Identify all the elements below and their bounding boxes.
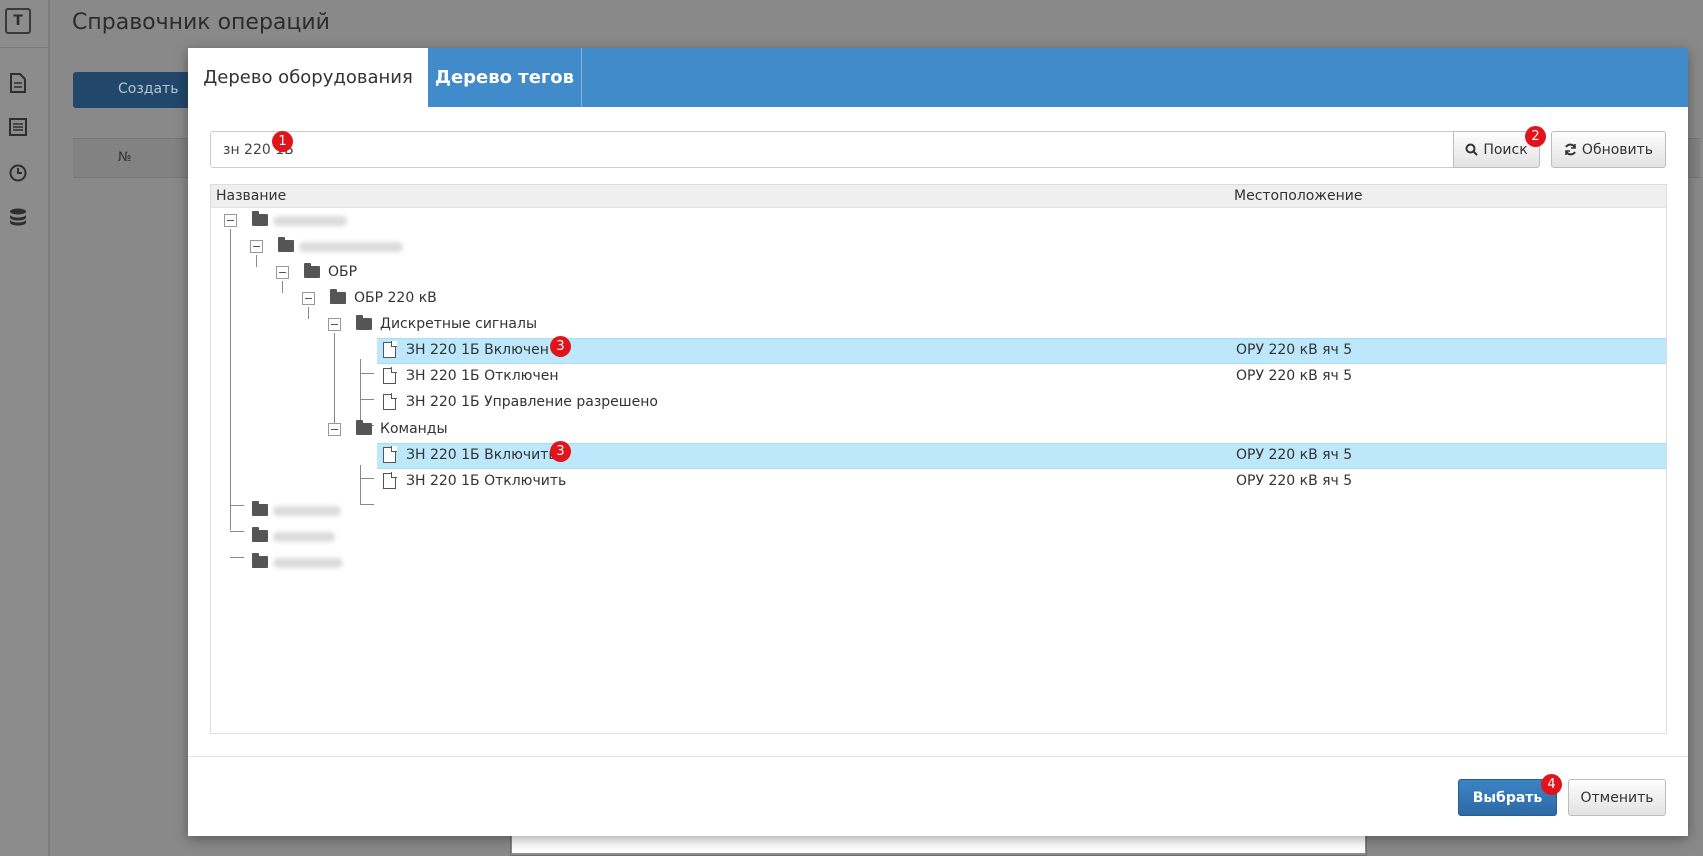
create-button[interactable]: Создать xyxy=(73,72,203,108)
folder-icon xyxy=(278,237,294,252)
tree-leaf[interactable]: ЗН 220 1Б Отключить ОРУ 220 кВ яч 5 xyxy=(211,469,1666,495)
location-cell: ОРУ 220 кВ яч 5 xyxy=(1236,473,1353,489)
annotation-badge: 2 xyxy=(1525,126,1546,147)
file-icon xyxy=(383,341,397,358)
tree-node-label: Дискретные сигналы xyxy=(380,316,538,332)
tree-node[interactable] xyxy=(211,208,1666,234)
annotation-badge: 4 xyxy=(1541,774,1562,795)
file-icon xyxy=(383,446,397,463)
file-icon xyxy=(383,393,397,410)
redacted-label xyxy=(299,242,403,252)
column-number-header: № xyxy=(118,150,132,165)
page-title: Справочник операций xyxy=(72,10,330,35)
collapse-toggle-icon[interactable] xyxy=(328,318,341,331)
column-location-header[interactable]: Местоположение xyxy=(1234,188,1362,204)
tree-node-label: ЗН 220 1Б Включен xyxy=(406,342,549,358)
tree-node[interactable] xyxy=(211,234,1666,260)
tree-node-label: ЗН 220 1Б Отключен xyxy=(406,368,559,384)
annotation-badge: 3 xyxy=(550,336,571,357)
cancel-button[interactable]: Отменить xyxy=(1568,779,1666,816)
tab-tags-tree[interactable]: Дерево тегов xyxy=(428,48,582,107)
redacted-label xyxy=(273,506,341,516)
file-icon xyxy=(383,367,397,384)
footer-divider xyxy=(188,756,1688,757)
sidebar-divider xyxy=(0,47,50,48)
location-cell: ОРУ 220 кВ яч 5 xyxy=(1236,368,1353,384)
annotation-badge: 3 xyxy=(550,441,571,462)
create-button-label: Создать xyxy=(118,81,179,97)
tree-node-label: Команды xyxy=(380,421,448,437)
collapse-toggle-icon[interactable] xyxy=(250,240,263,253)
folder-icon xyxy=(356,420,372,435)
folder-icon xyxy=(330,289,346,304)
column-name-header[interactable]: Название xyxy=(216,188,286,204)
search-button-label: Поиск xyxy=(1483,141,1528,158)
list-icon[interactable] xyxy=(8,116,28,138)
tree-leaf[interactable]: ЗН 220 1Б Управление разрешено xyxy=(211,390,1666,416)
tree-node[interactable] xyxy=(211,498,1666,524)
folder-icon xyxy=(252,501,268,516)
tree-node[interactable]: ОБР 220 кВ xyxy=(211,286,1666,312)
refresh-icon xyxy=(1564,143,1576,156)
tree-leaf[interactable]: ЗН 220 1Б Отключен ОРУ 220 кВ яч 5 xyxy=(211,364,1666,390)
location-cell: ОРУ 220 кВ яч 5 xyxy=(1236,342,1353,358)
tree-node-label: ОБР xyxy=(328,264,358,280)
background-panel-content xyxy=(512,835,1365,853)
redacted-label xyxy=(273,216,347,226)
tree-node[interactable]: Дискретные сигналы xyxy=(211,312,1666,338)
tab-equipment-tree[interactable]: Дерево оборудования xyxy=(188,48,428,107)
search-input[interactable] xyxy=(210,131,1454,168)
document-icon[interactable] xyxy=(8,72,28,94)
folder-icon xyxy=(252,527,268,542)
folder-icon xyxy=(252,553,268,568)
tree-leaf-selected[interactable]: ЗН 220 1Б Включить ОРУ 220 кВ яч 5 xyxy=(211,443,1666,469)
folder-icon xyxy=(356,315,372,330)
tree-select-dialog: Дерево оборудования Дерево тегов 1 Поиск… xyxy=(188,48,1688,836)
folder-icon xyxy=(304,263,320,278)
tab-label: Дерево тегов xyxy=(434,67,575,88)
clock-icon[interactable] xyxy=(8,162,28,184)
tree-node[interactable]: Команды xyxy=(211,417,1666,443)
refresh-button-label: Обновить xyxy=(1581,141,1654,158)
tab-label: Дерево оборудования xyxy=(203,67,413,88)
collapse-toggle-icon[interactable] xyxy=(276,266,289,279)
tree-node-label: ЗН 220 1Б Управление разрешено xyxy=(406,394,658,410)
tree-node-label: ОБР 220 кВ xyxy=(354,290,437,306)
tree-node-label: ЗН 220 1Б Отключить xyxy=(406,473,567,489)
collapse-toggle-icon[interactable] xyxy=(302,292,315,305)
grid-header: Название Местоположение xyxy=(211,185,1666,208)
tree-leaf-selected[interactable]: ЗН 220 1Б Включен ОРУ 220 кВ яч 5 xyxy=(211,338,1666,364)
tree-node[interactable] xyxy=(211,524,1666,550)
logo-icon[interactable]: T xyxy=(5,8,31,34)
redacted-label xyxy=(273,532,335,542)
tab-bar: Дерево оборудования Дерево тегов xyxy=(188,48,1688,107)
file-icon xyxy=(383,472,397,489)
refresh-button[interactable]: Обновить xyxy=(1551,131,1666,168)
folder-icon xyxy=(252,211,268,226)
equipment-tree-grid: Название Местоположение ОБР ОБР 220 кВ Д… xyxy=(210,184,1667,734)
tree-node[interactable]: ОБР xyxy=(211,260,1666,286)
redacted-label xyxy=(273,558,343,568)
annotation-badge: 1 xyxy=(272,131,293,152)
tree-node[interactable] xyxy=(211,550,1666,576)
collapse-toggle-icon[interactable] xyxy=(328,423,341,436)
collapse-toggle-icon[interactable] xyxy=(224,214,237,227)
database-icon[interactable] xyxy=(8,207,28,229)
search-icon xyxy=(1465,143,1479,156)
app-sidebar: T xyxy=(0,0,50,856)
tree-node-label: ЗН 220 1Б Включить xyxy=(406,447,557,463)
location-cell: ОРУ 220 кВ яч 5 xyxy=(1236,447,1353,463)
